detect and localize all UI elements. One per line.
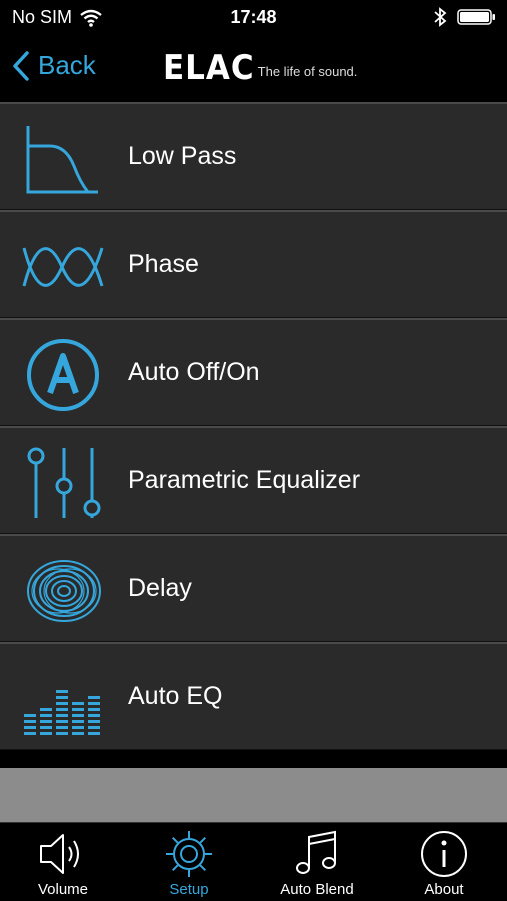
tab-auto-blend[interactable]: Auto Blend [254, 827, 380, 901]
empty-list-area [0, 768, 507, 822]
menu-label-auto-off-on: Auto Off/On [128, 358, 260, 386]
status-time: 17:48 [230, 7, 277, 27]
menu-item-low-pass[interactable]: Low Pass [0, 102, 507, 210]
info-icon [421, 831, 467, 877]
phase-wave-icon [22, 247, 104, 287]
tab-about[interactable]: About [381, 827, 507, 901]
logo-tagline: The life of sound. [257, 64, 358, 79]
delay-rings-icon [27, 560, 101, 622]
setup-menu: Low Pass Phase Auto Off/On Parametric Eq… [0, 102, 507, 750]
tab-label-about: About [424, 881, 464, 898]
logo-brand: ELAC [163, 48, 255, 88]
status-right [433, 7, 497, 27]
elac-logo: ELAC The life of sound. [163, 48, 358, 88]
menu-label-parametric-equalizer: Parametric Equalizer [128, 466, 361, 494]
tab-label-volume: Volume [37, 881, 89, 898]
menu-item-phase[interactable]: Phase [0, 210, 507, 318]
tab-label-auto-blend: Auto Blend [280, 881, 354, 898]
equalizer-sliders-icon [27, 447, 101, 518]
music-note-icon [296, 830, 336, 874]
auto-eq-bars-icon [24, 690, 100, 735]
bluetooth-icon [434, 7, 447, 27]
menu-label-phase: Phase [128, 250, 199, 278]
status-bar: No SIM 17:48 [0, 0, 507, 36]
gear-icon [166, 831, 212, 877]
navigation-bar: Back ELAC The life of sound. [0, 36, 507, 102]
menu-item-parametric-equalizer[interactable]: Parametric Equalizer [0, 426, 507, 534]
tab-volume[interactable]: Volume [0, 827, 126, 901]
tab-bar: Volume Setup Auto Blend About [0, 822, 507, 901]
low-pass-filter-icon [26, 126, 98, 194]
battery-icon [457, 9, 495, 25]
menu-label-low-pass: Low Pass [128, 142, 237, 170]
menu-item-delay[interactable]: Delay [0, 534, 507, 642]
chevron-left-icon [13, 50, 29, 81]
tab-label-setup: Setup [169, 881, 209, 898]
menu-label-auto-eq: Auto EQ [128, 682, 223, 710]
menu-item-auto-off-on[interactable]: Auto Off/On [0, 318, 507, 426]
menu-label-delay: Delay [128, 574, 192, 602]
tab-setup[interactable]: Setup [126, 827, 252, 901]
auto-a-circle-icon [27, 339, 99, 411]
menu-item-auto-eq[interactable]: Auto EQ [0, 642, 507, 750]
speaker-icon [40, 834, 79, 874]
back-button[interactable]: Back [12, 50, 96, 81]
back-label: Back [38, 50, 96, 80]
